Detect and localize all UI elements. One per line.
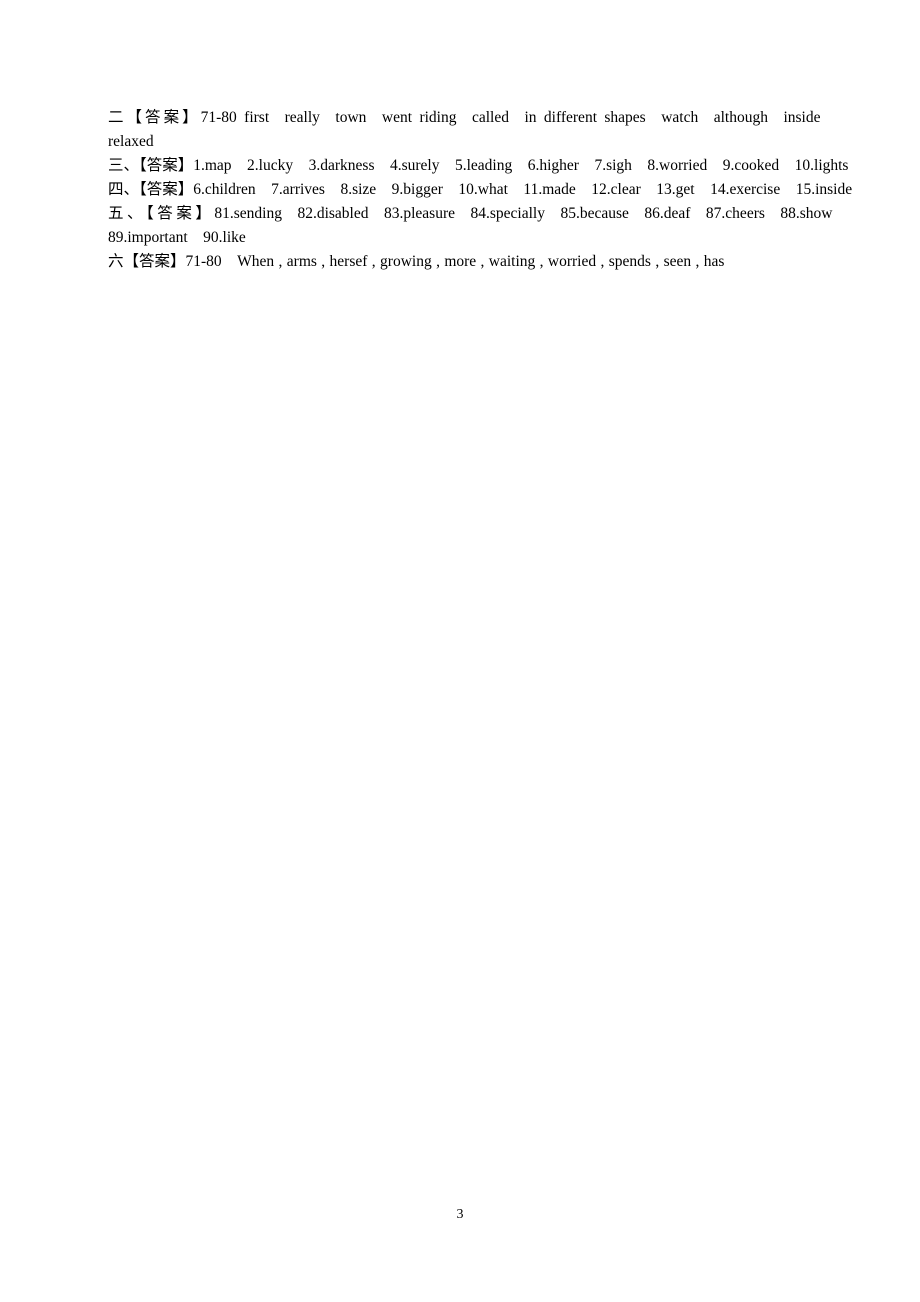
answer-block-6: 六【答案】71-80 When , arms , hersef , growin…	[108, 253, 725, 270]
answer-block-2: 二【答案】71-80 first really town went riding…	[108, 109, 836, 150]
answer-key-body: 二【答案】71-80 first really town went riding…	[108, 106, 852, 274]
answer-block-3: 三、【答案】1.map 2.lucky 3.darkness 4.surely …	[108, 157, 849, 174]
page-number: 3	[456, 1207, 464, 1222]
answer-block-4: 四、【答案】6.children 7.arrives 8.size 9.bigg…	[108, 181, 853, 198]
document-page: 二【答案】71-80 first really town went riding…	[0, 0, 920, 1302]
answer-block-5: 五、【答案】81.sending 82.disabled 83.pleasure…	[108, 205, 848, 246]
